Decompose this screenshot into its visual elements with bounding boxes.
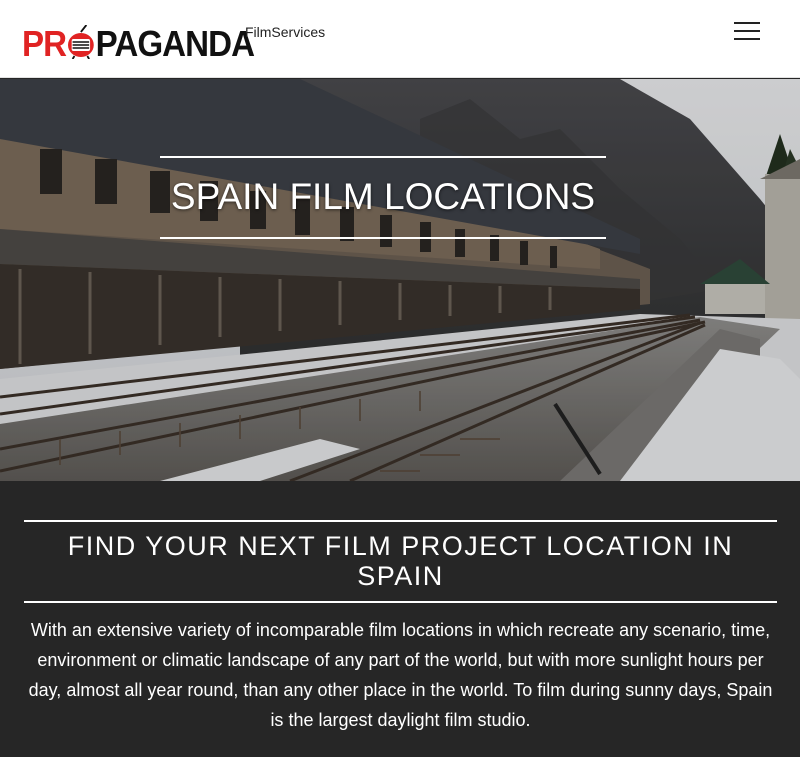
hero-banner: SPAIN FILM LOCATIONS bbox=[0, 79, 800, 481]
hamburger-menu-icon[interactable] bbox=[734, 18, 762, 44]
railway-station-photo bbox=[0, 79, 800, 481]
hero-bottom-rule bbox=[160, 237, 606, 239]
site-header: PR PAGANDA FilmServices bbox=[0, 0, 800, 78]
info-bottom-rule bbox=[24, 601, 777, 603]
hero-top-rule bbox=[160, 156, 606, 158]
info-heading: FIND YOUR NEXT FILM PROJECT LOCATION IN … bbox=[67, 531, 734, 591]
logo-tv-icon bbox=[67, 25, 95, 59]
logo-subtitle: FilmServices bbox=[245, 24, 326, 40]
info-top-rule bbox=[24, 520, 777, 522]
hero-title: SPAIN FILM LOCATIONS bbox=[170, 176, 596, 217]
logo-text-part2: PAGANDA bbox=[95, 23, 255, 64]
info-body-text: With an extensive variety of incomparabl… bbox=[28, 620, 773, 730]
logo-text-part1: PR bbox=[22, 23, 67, 64]
